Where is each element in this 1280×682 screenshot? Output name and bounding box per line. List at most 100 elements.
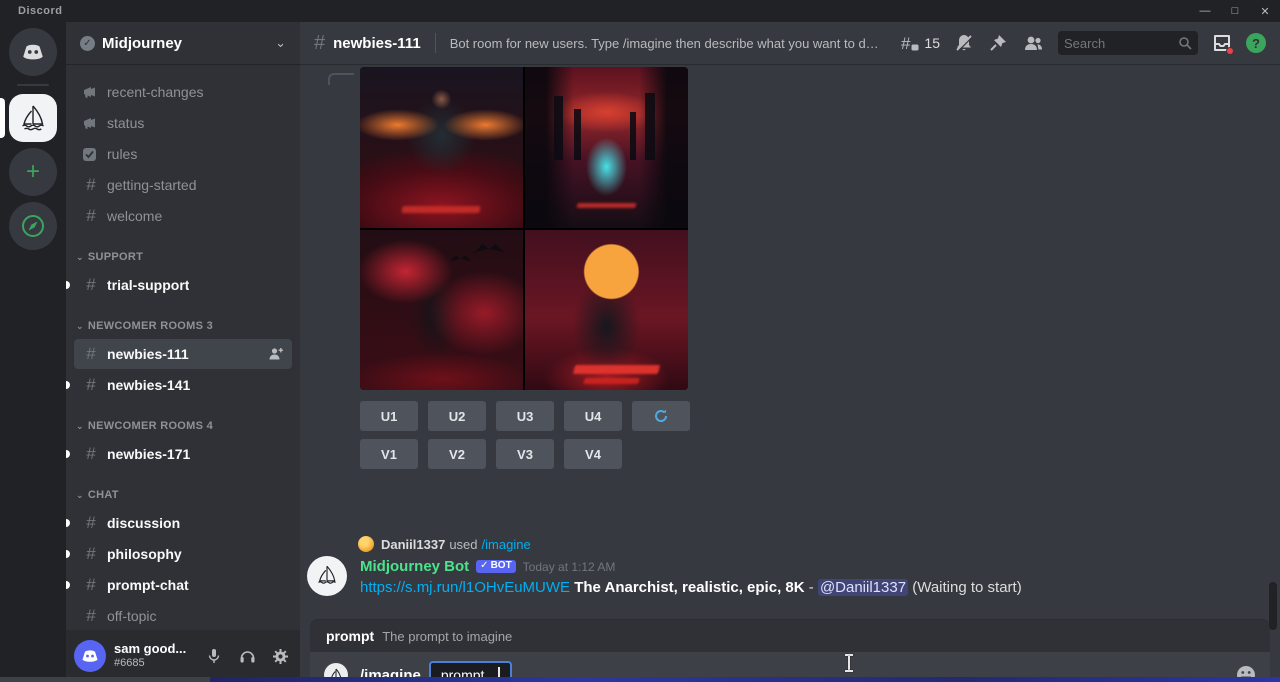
generated-image-grid[interactable] bbox=[360, 67, 688, 390]
v2-button[interactable]: V2 bbox=[428, 439, 486, 469]
rail-divider bbox=[17, 84, 49, 86]
reply-spine bbox=[328, 73, 354, 85]
generated-image-2[interactable] bbox=[525, 67, 688, 228]
chevron-down-icon: ⌄ bbox=[76, 252, 84, 263]
generated-image-1[interactable] bbox=[360, 67, 523, 228]
server-icon-midjourney[interactable] bbox=[9, 94, 57, 142]
member-list-button[interactable] bbox=[1022, 33, 1044, 53]
user-discriminator: #6685 bbox=[114, 657, 186, 670]
generated-image-3[interactable] bbox=[360, 230, 523, 391]
slash-option-row[interactable]: prompt The prompt to imagine bbox=[310, 620, 1270, 652]
bot-username[interactable]: Midjourney Bot bbox=[360, 558, 469, 575]
chevron-down-icon: ⌄ bbox=[76, 421, 84, 432]
verified-badge-icon: ✓ bbox=[80, 36, 95, 51]
deafen-button[interactable] bbox=[235, 644, 259, 668]
channel-trial-support[interactable]: # trial-support bbox=[74, 270, 292, 300]
sailboat-icon bbox=[17, 102, 49, 134]
channel-sidebar: ✓ Midjourney ⌄ recent-changes status rul… bbox=[66, 22, 300, 682]
channel-recent-changes[interactable]: recent-changes bbox=[74, 77, 292, 107]
channel-topic[interactable]: Bot room for new users. Type /imagine th… bbox=[450, 36, 880, 51]
add-server-button[interactable]: + bbox=[9, 148, 57, 196]
message-area: U1 U2 U3 U4 V1 V2 V3 V4 Daniil1337 used … bbox=[300, 64, 1280, 682]
channel-status[interactable]: status bbox=[74, 108, 292, 138]
user-meta[interactable]: sam good... #6685 bbox=[114, 642, 186, 670]
channel-newbies-171[interactable]: # newbies-171 bbox=[74, 439, 292, 469]
channel-header: # newbies-111 Bot room for new users. Ty… bbox=[300, 22, 1280, 64]
hash-icon: # bbox=[82, 276, 100, 294]
reply-user-avatar[interactable] bbox=[358, 536, 374, 552]
channel-off-topic[interactable]: # off-topic bbox=[74, 601, 292, 630]
job-link[interactable]: https://s.mj.run/l1OHvEuMUWE bbox=[360, 579, 570, 596]
background-window-strip bbox=[0, 677, 1280, 682]
v3-button[interactable]: V3 bbox=[496, 439, 554, 469]
create-invite-icon[interactable] bbox=[268, 346, 284, 362]
reroll-icon bbox=[653, 408, 669, 424]
channel-getting-started[interactable]: # getting-started bbox=[74, 170, 292, 200]
search-placeholder: Search bbox=[1064, 36, 1178, 51]
reply-username[interactable]: Daniil1337 bbox=[381, 537, 445, 552]
reroll-button[interactable] bbox=[632, 401, 690, 431]
channel-newbies-141[interactable]: # newbies-141 bbox=[74, 370, 292, 400]
user-avatar[interactable] bbox=[74, 640, 106, 672]
search-icon bbox=[1178, 36, 1192, 50]
unread-indicator bbox=[66, 581, 70, 589]
home-button[interactable] bbox=[9, 28, 57, 76]
channel-discussion[interactable]: # discussion bbox=[74, 508, 292, 538]
compass-icon bbox=[20, 213, 46, 239]
help-button[interactable]: ? bbox=[1246, 33, 1266, 53]
channel-welcome[interactable]: # welcome bbox=[74, 201, 292, 231]
megaphone-icon bbox=[82, 115, 100, 131]
channel-philosophy[interactable]: # philosophy bbox=[74, 539, 292, 569]
option-description: The prompt to imagine bbox=[382, 629, 512, 644]
message-content: https://s.mj.run/l1OHvEuMUWE The Anarchi… bbox=[360, 578, 1022, 598]
u1-button[interactable]: U1 bbox=[360, 401, 418, 431]
inbox-button[interactable] bbox=[1212, 33, 1232, 53]
u2-button[interactable]: U2 bbox=[428, 401, 486, 431]
gear-icon bbox=[272, 648, 289, 665]
u3-button[interactable]: U3 bbox=[496, 401, 554, 431]
bell-slash-icon bbox=[954, 33, 974, 53]
maximize-button[interactable]: □ bbox=[1220, 0, 1250, 22]
pinned-messages-button[interactable] bbox=[988, 33, 1008, 53]
hash-chat-icon: # bbox=[82, 376, 100, 394]
search-input[interactable]: Search bbox=[1058, 31, 1198, 55]
channel-rules[interactable]: rules bbox=[74, 139, 292, 169]
channel-newbies-111[interactable]: # newbies-111 bbox=[74, 339, 292, 369]
bot-badge: ✓ BOT bbox=[476, 560, 516, 573]
check-icon: ✓ bbox=[480, 561, 488, 571]
hash-icon: # bbox=[82, 545, 100, 563]
v4-button[interactable]: V4 bbox=[564, 439, 622, 469]
section-support[interactable]: ⌄ SUPPORT bbox=[66, 245, 300, 269]
username: sam good... bbox=[114, 642, 186, 657]
user-settings-button[interactable] bbox=[268, 644, 292, 668]
explore-servers-button[interactable] bbox=[9, 202, 57, 250]
section-newcomer-rooms-3[interactable]: ⌄ NEWCOMER ROOMS 3 bbox=[66, 314, 300, 338]
prompt-text: The Anarchist, realistic, epic, 8K bbox=[574, 579, 804, 596]
close-button[interactable]: ✕ bbox=[1250, 0, 1280, 22]
reply-command[interactable]: /imagine bbox=[482, 537, 531, 552]
dash-separator: - bbox=[809, 579, 814, 596]
minimize-button[interactable]: — bbox=[1190, 0, 1220, 22]
notification-dot bbox=[1226, 47, 1234, 55]
megaphone-icon bbox=[82, 84, 100, 100]
section-chat[interactable]: ⌄ CHAT bbox=[66, 483, 300, 507]
chat-scrollbar-thumb[interactable] bbox=[1269, 582, 1277, 630]
threads-button[interactable]: # 15 bbox=[900, 33, 940, 53]
v1-button[interactable]: V1 bbox=[360, 439, 418, 469]
job-status: (Waiting to start) bbox=[912, 579, 1021, 596]
notification-settings-button[interactable] bbox=[954, 33, 974, 53]
option-name: prompt bbox=[326, 628, 374, 644]
user-mention[interactable]: @Daniil1337 bbox=[818, 579, 908, 596]
unread-indicator bbox=[66, 550, 70, 558]
app-title: Discord bbox=[18, 5, 62, 17]
channel-prompt-chat[interactable]: # prompt-chat bbox=[74, 570, 292, 600]
generated-image-4[interactable] bbox=[525, 230, 688, 391]
mute-microphone-button[interactable] bbox=[202, 644, 226, 668]
u4-button[interactable]: U4 bbox=[564, 401, 622, 431]
reply-context[interactable]: Daniil1337 used /imagine bbox=[300, 535, 531, 553]
hash-chat-icon: # bbox=[82, 345, 100, 363]
bot-avatar[interactable] bbox=[307, 556, 347, 596]
main-panel: # newbies-111 Bot room for new users. Ty… bbox=[300, 22, 1280, 682]
guild-header[interactable]: ✓ Midjourney ⌄ bbox=[66, 22, 300, 64]
section-newcomer-rooms-4[interactable]: ⌄ NEWCOMER ROOMS 4 bbox=[66, 414, 300, 438]
